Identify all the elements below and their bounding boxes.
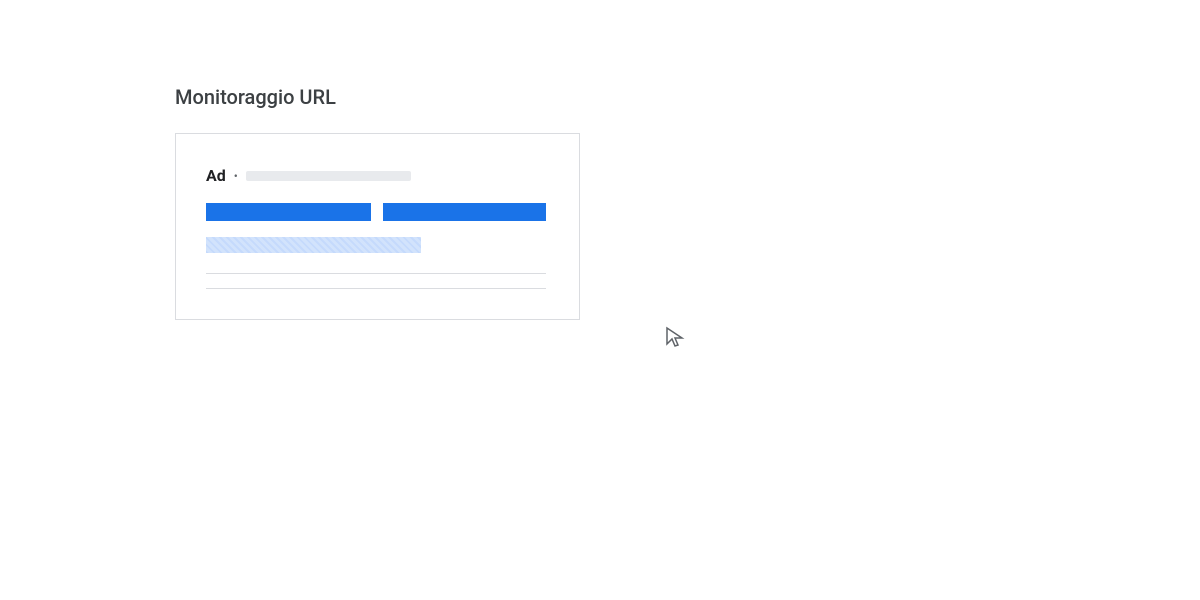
headline-row [206, 203, 549, 221]
ad-separator: • [234, 169, 238, 183]
url-placeholder [246, 171, 411, 181]
section-title: Monitoraggio URL [175, 85, 1200, 109]
ad-label: Ad [206, 166, 226, 185]
headline-bar-2 [383, 203, 546, 221]
headline-bar-1 [206, 203, 371, 221]
ad-preview-card: Ad • [175, 133, 580, 320]
description-line-2 [206, 288, 546, 289]
cursor-icon [664, 326, 688, 354]
tracking-url-highlight [206, 237, 421, 253]
description-line-1 [206, 273, 546, 274]
ad-header-row: Ad • [206, 166, 549, 185]
